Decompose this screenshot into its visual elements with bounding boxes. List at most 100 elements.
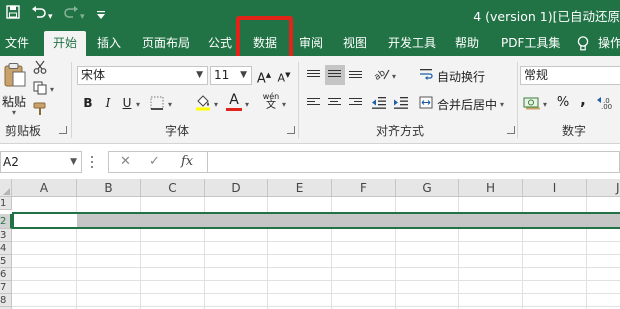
column-header-g[interactable]: G (396, 179, 459, 197)
tab-developer[interactable]: 开发工具 (388, 30, 436, 56)
column-header-i[interactable]: I (523, 179, 587, 197)
align-right-button[interactable] (346, 93, 366, 113)
align-left-button[interactable] (304, 93, 324, 113)
align-top-icon (307, 70, 320, 81)
clipboard-launcher-icon[interactable] (59, 126, 67, 134)
format-painter-icon[interactable] (33, 102, 47, 119)
tab-review[interactable]: 审阅 (299, 30, 323, 56)
tab-insert[interactable]: 插入 (97, 30, 121, 56)
paste-icon[interactable] (3, 62, 27, 91)
phonetic-dropdown-icon[interactable]: ▾ (282, 100, 286, 109)
column-header-a[interactable]: A (12, 179, 77, 197)
column-header-h[interactable]: H (459, 179, 523, 197)
orientation-icon[interactable]: ab (373, 67, 390, 84)
font-color-dropdown-icon[interactable]: ▾ (245, 100, 249, 109)
column-header-j[interactable]: J (587, 179, 620, 197)
merge-center-dropdown-icon[interactable]: ▾ (500, 100, 504, 109)
merge-center-icon[interactable] (419, 96, 433, 112)
wrap-text-icon[interactable] (419, 68, 433, 84)
alignment-launcher-icon[interactable] (507, 126, 515, 134)
align-center-button[interactable] (325, 93, 345, 113)
column-header-c[interactable]: C (141, 179, 205, 197)
row-header-1[interactable]: 1 (0, 197, 12, 210)
italic-button[interactable]: I (98, 93, 118, 113)
svg-text:ab: ab (374, 68, 388, 81)
tab-home[interactable]: 开始 (44, 31, 87, 56)
row-header-5[interactable]: 5 (0, 255, 12, 268)
formula-input[interactable] (208, 151, 620, 173)
increase-indent-icon[interactable] (393, 96, 409, 112)
row-header-6[interactable]: 6 (0, 268, 12, 281)
row-header-4[interactable]: 4 (0, 242, 12, 255)
chevron-down-icon[interactable]: ▼ (70, 152, 77, 172)
font-size-select[interactable]: 11 ▼ (210, 66, 252, 85)
font-name-value: 宋体 (81, 68, 106, 82)
worksheet-grid[interactable]: A B C D E F G H I J 1 2 3 4 5 6 7 8 9 (0, 179, 620, 309)
tab-view[interactable]: 视图 (343, 30, 367, 56)
tab-file[interactable]: 文件 (5, 30, 29, 56)
underline-dropdown-icon[interactable]: ▾ (136, 100, 140, 109)
underline-button[interactable]: U (117, 93, 137, 113)
customize-quick-access-icon[interactable] (96, 7, 106, 25)
lightbulb-icon[interactable] (577, 30, 589, 56)
column-header-d[interactable]: D (205, 179, 268, 197)
enter-icon[interactable]: ✓ (149, 154, 160, 169)
column-header-f[interactable]: F (332, 179, 396, 197)
fill-color-dropdown-icon[interactable]: ▾ (214, 100, 218, 109)
number-format-select[interactable]: 常规 (520, 66, 620, 85)
row-header-2[interactable]: 2 (0, 214, 12, 229)
merge-center-button[interactable]: 合并后居中 (437, 96, 497, 113)
grow-font-button[interactable]: A▲ (254, 65, 274, 86)
decrease-indent-icon[interactable] (371, 96, 387, 112)
tab-tell-me[interactable]: 操作 (598, 30, 620, 56)
copy-dropdown-icon[interactable]: ▾ (50, 85, 54, 94)
undo-dropdown-icon[interactable]: ▾ (48, 8, 53, 26)
redo-dropdown-icon[interactable]: ▾ (80, 8, 85, 26)
copy-icon[interactable] (33, 81, 47, 98)
formula-bar-grip[interactable] (91, 156, 94, 168)
tab-help[interactable]: 帮助 (455, 30, 479, 56)
align-top-button[interactable] (304, 65, 324, 85)
ribbon-tabs: 文件 开始 插入 页面布局 公式 数据 审阅 视图 开发工具 帮助 PDF工具集… (0, 30, 620, 56)
redo-icon[interactable] (63, 5, 79, 24)
font-name-select[interactable]: 宋体 ▼ (77, 66, 208, 85)
row-header-7[interactable]: 7 (0, 281, 12, 294)
accounting-format-icon[interactable] (523, 96, 540, 113)
insert-function-icon[interactable]: fx (181, 154, 193, 169)
clipboard-group-label: 剪贴板 (5, 124, 42, 138)
orientation-dropdown-icon[interactable]: ▾ (392, 72, 396, 81)
row-header-8[interactable]: 8 (0, 294, 12, 307)
wrap-text-button[interactable]: 自动换行 (437, 68, 485, 85)
cancel-icon[interactable]: ✕ (120, 154, 131, 169)
increase-decimal-icon[interactable]: .0.00 (596, 96, 616, 113)
align-middle-button[interactable] (325, 65, 345, 85)
tab-pdf-tools[interactable]: PDF工具集 (501, 30, 560, 56)
font-launcher-icon[interactable] (287, 126, 295, 134)
accounting-dropdown-icon[interactable]: ▾ (543, 100, 547, 109)
borders-icon[interactable] (150, 96, 164, 113)
font-color-icon[interactable]: A (226, 92, 242, 111)
comma-style-button[interactable]: , (573, 90, 593, 110)
paste-dropdown-icon[interactable]: ▾ (12, 108, 16, 117)
phonetic-guide-icon[interactable]: wén 文 (262, 92, 280, 111)
name-box[interactable]: A2 ▼ (0, 151, 82, 173)
align-bottom-button[interactable] (346, 65, 366, 85)
select-all-button[interactable] (0, 179, 12, 197)
phonetic-bottom-label: 文 (266, 100, 276, 111)
column-header-b[interactable]: B (77, 179, 141, 197)
tab-formulas[interactable]: 公式 (208, 30, 232, 56)
undo-icon[interactable] (31, 5, 47, 24)
shrink-font-button[interactable]: A▼ (274, 65, 294, 85)
borders-dropdown-icon[interactable]: ▾ (168, 100, 172, 109)
title-bar: ▾ ▾ 4 (version 1)[已自动还原 (0, 0, 620, 30)
bold-button[interactable]: B (78, 93, 98, 113)
fill-color-icon[interactable] (195, 94, 211, 114)
name-box-value: A2 (3, 155, 19, 169)
align-right-icon (349, 98, 362, 109)
save-icon[interactable] (6, 5, 20, 24)
column-header-e[interactable]: E (268, 179, 332, 197)
row-header-3[interactable]: 3 (0, 229, 12, 242)
cut-icon[interactable] (33, 60, 47, 77)
tab-page-layout[interactable]: 页面布局 (142, 30, 190, 56)
percent-style-button[interactable]: % (553, 93, 573, 113)
